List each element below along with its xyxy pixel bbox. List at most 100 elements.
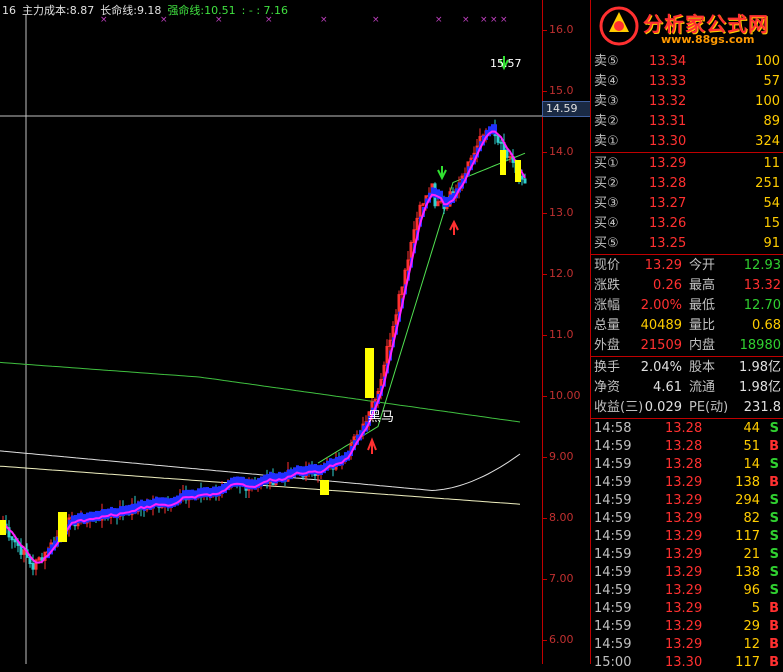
tick-volume: 117	[735, 655, 760, 670]
tick-side: B	[769, 619, 779, 634]
ask-level-label: 卖④	[594, 74, 619, 89]
ask-level-row[interactable]: 卖⑤ 13.34 100	[591, 52, 783, 72]
trend-band-block	[161, 497, 164, 508]
price-tick-label: 16.0	[549, 23, 574, 36]
quote-stat-value: 21509	[640, 338, 682, 353]
fin-stat-label: 换手	[594, 360, 621, 375]
candle-body	[508, 156, 512, 159]
fin-stat-value: 2.04%	[640, 360, 682, 375]
panel-separator	[591, 152, 783, 153]
quote-panel: 分析家公式网 www.88gs.com 卖⑤ 13.34 100 卖④ 13.33 57 卖…	[590, 0, 783, 670]
price-tick-label: 10.00	[549, 389, 581, 402]
trend-band-block	[113, 508, 116, 519]
price-tick-mark	[543, 396, 547, 397]
trend-band-block	[167, 498, 170, 509]
bid-level-label: 买①	[594, 156, 619, 171]
tick-trade-row: 14:59 13.29 21 S	[591, 546, 783, 564]
logo-url: www.88gs.com	[661, 33, 755, 46]
trend-band-block	[194, 490, 197, 501]
tick-volume: 5	[751, 601, 760, 616]
trend-band-block	[305, 465, 308, 476]
bid-level-volume: 251	[755, 176, 780, 191]
heima-annotation: 黑马	[368, 410, 395, 425]
kline-chart[interactable]: × × × × × × × × × × ×	[0, 0, 542, 664]
tick-trade-row: 14:59 13.29 117 S	[591, 528, 783, 546]
ask-level-label: 卖③	[594, 94, 619, 109]
bid-level-volume: 54	[763, 196, 780, 211]
trend-band-block	[122, 506, 125, 517]
quote-stat-label-2: 最高	[689, 278, 716, 293]
bid-level-price: 13.29	[649, 156, 687, 171]
tick-price: 13.30	[665, 655, 703, 670]
bid-level-label: 买③	[594, 196, 619, 211]
long-life-line	[0, 361, 521, 423]
quote-stat-label-2: 内盘	[689, 338, 716, 353]
ask-level-price: 13.33	[649, 74, 687, 89]
bid-level-row[interactable]: 买⑤ 13.25 91	[591, 234, 783, 254]
trend-band-block	[98, 510, 101, 521]
sell-arrow-icon	[437, 166, 447, 181]
trend-band-block	[200, 487, 203, 498]
trend-band-block	[311, 464, 314, 475]
legend-long-line-value: 9.18	[136, 4, 162, 17]
trend-band-block	[302, 466, 305, 477]
fin-stat-label-2: PE(动)	[689, 400, 729, 415]
tick-volume: 138	[735, 475, 760, 490]
quote-stat-value-2: 13.32	[743, 278, 781, 293]
trend-band-block	[185, 489, 188, 500]
trend-band-block	[170, 497, 173, 508]
quote-stat-label: 涨幅	[594, 298, 621, 313]
bid-level-row[interactable]: 买② 13.28 251	[591, 174, 783, 194]
bid-level-price: 13.26	[649, 216, 687, 231]
quote-stat-label: 现价	[594, 258, 621, 273]
tick-side: S	[769, 583, 779, 598]
trend-band-block	[209, 488, 212, 499]
quote-stat-label-2: 今开	[689, 258, 716, 273]
quote-stat-label: 涨跌	[594, 278, 621, 293]
bid-level-row[interactable]: 买① 13.29 11	[591, 154, 783, 174]
tick-trade-row: 14:59 13.29 138 B	[591, 474, 783, 492]
ask-level-row[interactable]: 卖④ 13.33 57	[591, 72, 783, 92]
quote-stat-value-2: 0.68	[752, 318, 781, 333]
signal-x-marker: ×	[435, 15, 443, 25]
tick-price: 13.29	[665, 583, 703, 598]
candle-body	[496, 135, 500, 143]
ask-level-row[interactable]: 卖① 13.30 324	[591, 132, 783, 152]
fin-stat-value-2: 1.98亿	[739, 360, 781, 375]
peak-price-label: 15.57	[490, 57, 522, 70]
price-tick-mark	[543, 518, 547, 519]
tick-side: B	[769, 601, 779, 616]
bid-level-row[interactable]: 买③ 13.27 54	[591, 194, 783, 214]
candle-body	[520, 175, 524, 180]
tick-trade-row: 14:59 13.29 82 S	[591, 510, 783, 528]
legend-strong-line-value: 10.51	[204, 4, 236, 17]
trend-band-block	[290, 469, 293, 480]
trend-band-block	[281, 472, 284, 483]
kline-chart-area[interactable]: × × × × × × × × × × × 16 主力成本:8.87 长命线:9.18 强命线:10.51…	[0, 0, 542, 664]
tick-price: 13.29	[665, 511, 703, 526]
ask-level-row[interactable]: 卖② 13.31 89	[591, 112, 783, 132]
signal-x-marker: ×	[372, 15, 380, 25]
tick-volume: 138	[735, 565, 760, 580]
price-tick-label: 15.0	[549, 84, 574, 97]
price-tick-label: 11.0	[549, 328, 574, 341]
trend-band-block	[125, 505, 128, 516]
legend-main-cost-label: 主力成本:	[22, 4, 70, 17]
price-tick-mark	[543, 640, 547, 641]
tick-price: 13.29	[665, 547, 703, 562]
current-price-marker: 14.59	[542, 101, 593, 117]
quote-stat-row: 涨幅 2.00% 最低 12.70	[591, 296, 783, 316]
bid-level-row[interactable]: 买④ 13.26 15	[591, 214, 783, 234]
legend-long-line-label: 长命线:	[100, 4, 137, 17]
tick-time: 14:59	[594, 439, 632, 454]
tick-trade-row: 14:59 13.29 96 S	[591, 582, 783, 600]
trend-band-block	[107, 508, 110, 519]
trend-band-block	[92, 511, 95, 522]
price-tick-label: 7.00	[549, 572, 574, 585]
tick-side: B	[769, 475, 779, 490]
ask-level-row[interactable]: 卖③ 13.32 100	[591, 92, 783, 112]
signal-highlight-block	[515, 160, 521, 182]
signal-x-marker: ×	[500, 15, 508, 25]
tick-side: S	[769, 511, 779, 526]
tick-side: B	[769, 655, 779, 670]
